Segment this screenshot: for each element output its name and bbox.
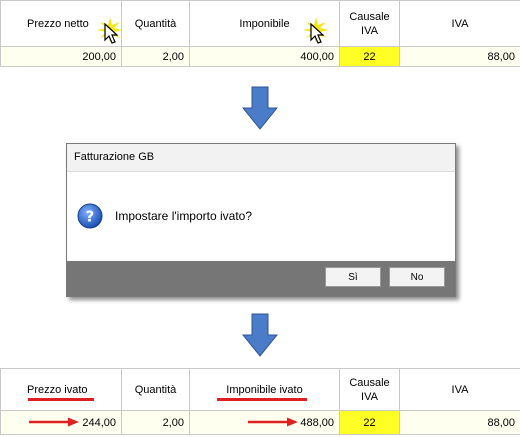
highlight-underline [217,398,307,401]
red-arrow-icon [29,417,79,427]
top-header-row: Prezzo netto Quantità Imponibile Causale… [0,0,520,47]
header-iva[interactable]: IVA [399,368,520,411]
header-quantita[interactable]: Quantità [121,368,190,411]
dialog-footer: Sì No [67,261,455,296]
header-causale-iva[interactable]: Causale IVA [339,368,400,411]
dialog-message: Impostare l'importo ivato? [115,209,253,223]
highlight-underline [28,398,94,401]
down-arrow-icon [242,86,278,130]
down-arrow-icon [242,313,278,357]
header-iva[interactable]: IVA [399,0,520,47]
red-arrow-icon [248,417,298,427]
header-quantita[interactable]: Quantità [121,0,190,47]
top-invoice-grid: Prezzo netto Quantità Imponibile Causale… [0,0,520,67]
cursor-click-icon [97,17,123,44]
header-prezzo-ivato[interactable]: Prezzo ivato [0,368,122,411]
cursor-click-icon [303,17,329,44]
confirm-dialog: Fatturazione GB ? Impostare l'importo iv… [66,143,456,297]
table-row[interactable]: 200,00 2,00 400,00 22 88,00 [0,46,520,67]
cell-imponibile[interactable]: 400,00 [189,46,340,67]
no-button[interactable]: No [389,267,445,287]
header-causale-iva[interactable]: Causale IVA [339,0,400,47]
cell-iva[interactable]: 88,00 [399,46,520,67]
cell-causale[interactable]: 22 [339,410,400,435]
bottom-header-row: Prezzo ivato Quantità Imponibile ivato C… [0,368,520,411]
dialog-body: ? Impostare l'importo ivato? [67,172,455,260]
yes-button[interactable]: Sì [325,267,381,287]
cell-prezzo[interactable]: 200,00 [0,46,122,67]
header-imponibile-ivato[interactable]: Imponibile ivato [189,368,340,411]
svg-text:?: ? [86,208,95,226]
cell-iva[interactable]: 88,00 [399,410,520,435]
cell-quantita[interactable]: 2,00 [121,410,190,435]
question-icon: ? [77,203,103,229]
cell-causale[interactable]: 22 [339,46,400,67]
dialog-title: Fatturazione GB [67,144,455,172]
cell-quantita[interactable]: 2,00 [121,46,190,67]
